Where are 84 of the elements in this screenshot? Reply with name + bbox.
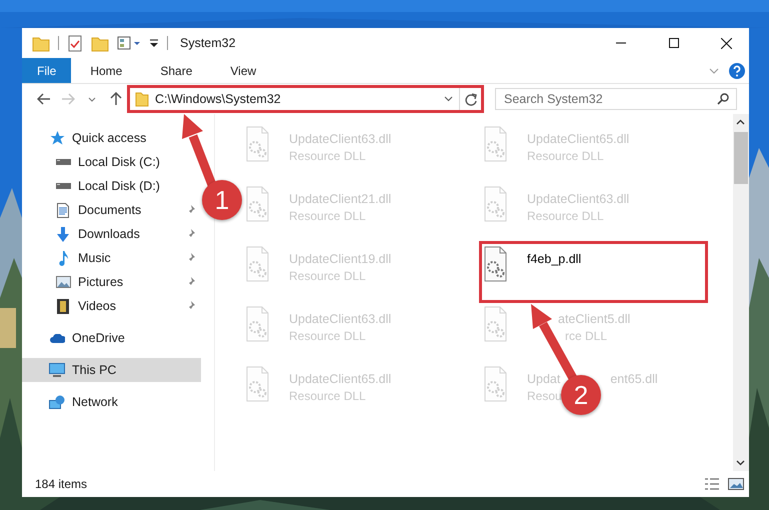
gear-file-icon: [246, 246, 269, 282]
dropdown-icon[interactable]: [149, 38, 159, 48]
gear-file-icon: [246, 366, 269, 402]
ribbon-tab[interactable]: View: [211, 58, 276, 83]
search-field[interactable]: Search System32: [495, 88, 737, 110]
gear-file-icon: [484, 306, 507, 342]
nav-item[interactable]: Downloads: [22, 222, 201, 246]
file-name: UpdateClient21.dll: [289, 192, 392, 206]
file-name: UpdateClient63.dll: [289, 132, 392, 146]
gear-file-icon: [484, 186, 507, 222]
nav-item-label: Videos: [78, 299, 117, 313]
file-name: UpdateClient65.dll: [527, 132, 630, 146]
nav-item[interactable]: OneDrive: [22, 326, 201, 350]
gear-file-icon: [484, 126, 507, 162]
drive-icon: [56, 159, 70, 165]
gear-file-icon: [484, 246, 507, 282]
file-name: ent65.dll: [610, 372, 658, 386]
maximize-icon: [668, 38, 678, 48]
nav-item-label: OneDrive: [72, 331, 126, 345]
file-name: UpdateClient63.dll: [527, 192, 630, 206]
nav-item[interactable]: Local Disk (D:): [22, 174, 201, 198]
nav-item[interactable]: Quick access: [22, 126, 180, 150]
computer-icon: [49, 363, 65, 377]
address-path: C:\Windows\System32: [155, 92, 282, 106]
scrollbar-thumb[interactable]: [734, 132, 748, 184]
nav-item[interactable]: Local Disk (C:): [22, 150, 201, 174]
minimize-icon: [616, 42, 626, 44]
file-item[interactable]: f4eb_p.dll: [484, 246, 700, 298]
list-icon: [704, 477, 720, 491]
file-name: f4eb_p.dll: [527, 252, 582, 266]
nav-item-label: This PC: [72, 363, 118, 377]
gear-file-icon: [246, 306, 269, 342]
scrollbar[interactable]: [733, 114, 749, 471]
picture-icon: [56, 276, 70, 288]
scroll-down-icon[interactable]: [736, 460, 745, 466]
document-icon: [57, 202, 69, 218]
folder-icon: [135, 92, 149, 106]
nav-item[interactable]: Music: [22, 246, 201, 270]
nav-item-label: Local Disk (D:): [78, 179, 161, 193]
ribbon-tab[interactable]: Home: [71, 58, 142, 83]
network-icon: [49, 395, 65, 409]
window-title: System32: [180, 36, 237, 50]
nav-item-label: Documents: [78, 203, 142, 217]
star-icon: [50, 131, 64, 145]
gear-file-icon: [484, 366, 507, 402]
help-icon[interactable]: [729, 62, 745, 78]
nav-item[interactable]: This PC: [22, 358, 201, 382]
nav-item-label: Music: [78, 251, 112, 265]
nav-item[interactable]: Network: [22, 390, 201, 414]
nav-item[interactable]: Pictures: [22, 270, 201, 294]
picture-icon: [728, 477, 744, 491]
close-icon: [721, 38, 732, 48]
nav-item-label: Local Disk (C:): [78, 155, 161, 169]
view-icon[interactable]: [117, 35, 141, 51]
gear-file-icon: [246, 126, 269, 162]
scroll-up-icon[interactable]: [736, 119, 745, 125]
nav-item-label: Downloads: [78, 227, 141, 241]
file-name: UpdateClient65.dll: [289, 372, 392, 386]
gear-file-icon: [246, 186, 269, 222]
address-bar[interactable]: C:\Windows\System32: [130, 88, 481, 110]
drive-icon: [56, 183, 70, 189]
nav-item-label: Quick access: [72, 131, 148, 145]
film-icon: [57, 298, 69, 314]
refresh-icon: [464, 92, 476, 106]
properties-icon[interactable]: [67, 34, 83, 52]
item-count: 184 items: [35, 477, 88, 491]
cloud-icon: [50, 334, 64, 342]
chevron-down-icon: [88, 96, 96, 102]
nav-item[interactable]: Videos: [22, 294, 201, 318]
music-note-icon: [58, 250, 68, 266]
forward-arrow-icon: [61, 93, 75, 105]
file-name: UpdateClient63.dll: [289, 312, 392, 326]
ribbon-tab[interactable]: Share: [141, 58, 212, 83]
file-name: Updat: [527, 372, 560, 386]
file-name: ateClient5.dll: [558, 312, 630, 326]
nav-item-label: Pictures: [78, 275, 124, 289]
down-arrow-icon: [57, 226, 69, 242]
file-name: UpdateClient19.dll: [289, 252, 392, 266]
back-arrow-icon: [37, 93, 51, 105]
nav-item[interactable]: Documents: [22, 198, 201, 222]
nav-item-label: Network: [72, 395, 119, 409]
chevron-down-icon[interactable]: [444, 96, 453, 102]
file-menu-tab[interactable]: File: [22, 58, 72, 83]
up-arrow-icon: [110, 92, 122, 106]
